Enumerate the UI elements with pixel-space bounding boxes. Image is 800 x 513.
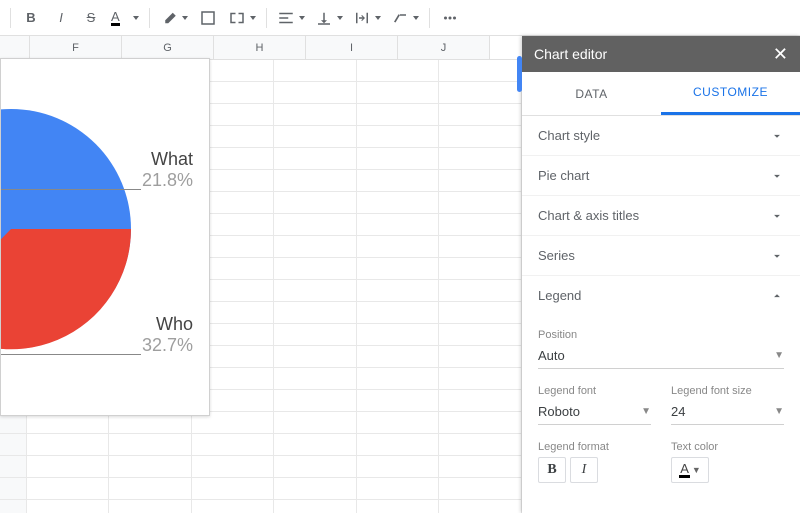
halign-button[interactable] bbox=[273, 4, 309, 32]
borders-button[interactable] bbox=[194, 4, 222, 32]
col-header[interactable]: I bbox=[306, 36, 398, 59]
chart-editor-panel: Chart editor ✕ DATA CUSTOMIZE Chart styl… bbox=[522, 36, 800, 513]
chevron-down-icon bbox=[770, 169, 784, 183]
chevron-down-icon bbox=[770, 209, 784, 223]
section-chart-style[interactable]: Chart style bbox=[522, 116, 800, 156]
embedded-chart[interactable]: What 21.8% Who 32.7% bbox=[0, 58, 210, 416]
col-header[interactable]: H bbox=[214, 36, 306, 59]
section-titles[interactable]: Chart & axis titles bbox=[522, 196, 800, 236]
slice-pct: 21.8% bbox=[142, 170, 193, 191]
chevron-up-icon bbox=[770, 289, 784, 303]
strike-button[interactable]: S bbox=[77, 4, 105, 32]
bold-button[interactable]: B bbox=[17, 4, 45, 32]
textcolor-label: Text color bbox=[671, 441, 784, 453]
spreadsheet-area[interactable]: F G H I J for(let r=0;r<22;r++){ documen… bbox=[0, 36, 522, 513]
font-label: Legend font bbox=[538, 385, 651, 397]
chevron-down-icon bbox=[770, 129, 784, 143]
slice-pct: 32.7% bbox=[142, 335, 193, 356]
fill-color-button[interactable] bbox=[156, 4, 192, 32]
section-pie-chart[interactable]: Pie chart bbox=[522, 156, 800, 196]
close-button[interactable]: ✕ bbox=[773, 45, 788, 63]
size-label: Legend font size bbox=[671, 385, 784, 397]
pie-chart bbox=[0, 99, 141, 359]
rotate-button[interactable] bbox=[387, 4, 423, 32]
italic-button[interactable]: I bbox=[47, 4, 75, 32]
wrap-button[interactable] bbox=[349, 4, 385, 32]
position-label: Position bbox=[538, 329, 784, 341]
panel-title: Chart editor bbox=[534, 46, 607, 62]
position-select[interactable]: Auto▼ bbox=[538, 343, 784, 369]
section-series[interactable]: Series bbox=[522, 236, 800, 276]
section-legend[interactable]: Legend bbox=[522, 276, 800, 315]
chevron-down-icon bbox=[770, 249, 784, 263]
legend-size-select[interactable]: 24▼ bbox=[671, 399, 784, 425]
wrap-icon bbox=[353, 9, 371, 27]
border-icon bbox=[199, 9, 217, 27]
slice-label: Who bbox=[142, 314, 193, 335]
tab-data[interactable]: DATA bbox=[522, 72, 661, 115]
merge-button[interactable] bbox=[224, 4, 260, 32]
column-headers: F G H I J bbox=[0, 36, 522, 60]
legend-font-select[interactable]: Roboto▼ bbox=[538, 399, 651, 425]
paint-icon bbox=[160, 9, 178, 27]
col-header[interactable]: J bbox=[398, 36, 490, 59]
valign-icon bbox=[315, 9, 333, 27]
more-button[interactable] bbox=[436, 4, 464, 32]
rotate-icon bbox=[391, 9, 409, 27]
merge-icon bbox=[228, 9, 246, 27]
tab-customize[interactable]: CUSTOMIZE bbox=[661, 72, 800, 115]
legend-color-button[interactable]: A▼ bbox=[671, 457, 709, 483]
valign-button[interactable] bbox=[311, 4, 347, 32]
toolbar: B I S A bbox=[0, 0, 800, 36]
legend-body: Position Auto▼ Legend font Roboto▼ bbox=[522, 315, 800, 489]
format-label: Legend format bbox=[538, 441, 651, 453]
selected-chart-indicator bbox=[517, 56, 522, 92]
legend-bold-button[interactable]: B bbox=[538, 457, 566, 483]
slice-label: What bbox=[142, 149, 193, 170]
halign-icon bbox=[277, 9, 295, 27]
col-header[interactable]: F bbox=[30, 36, 122, 59]
more-icon bbox=[441, 9, 459, 27]
text-color-button[interactable]: A bbox=[107, 4, 143, 32]
legend-italic-button[interactable]: I bbox=[570, 457, 598, 483]
col-header[interactable]: G bbox=[122, 36, 214, 59]
